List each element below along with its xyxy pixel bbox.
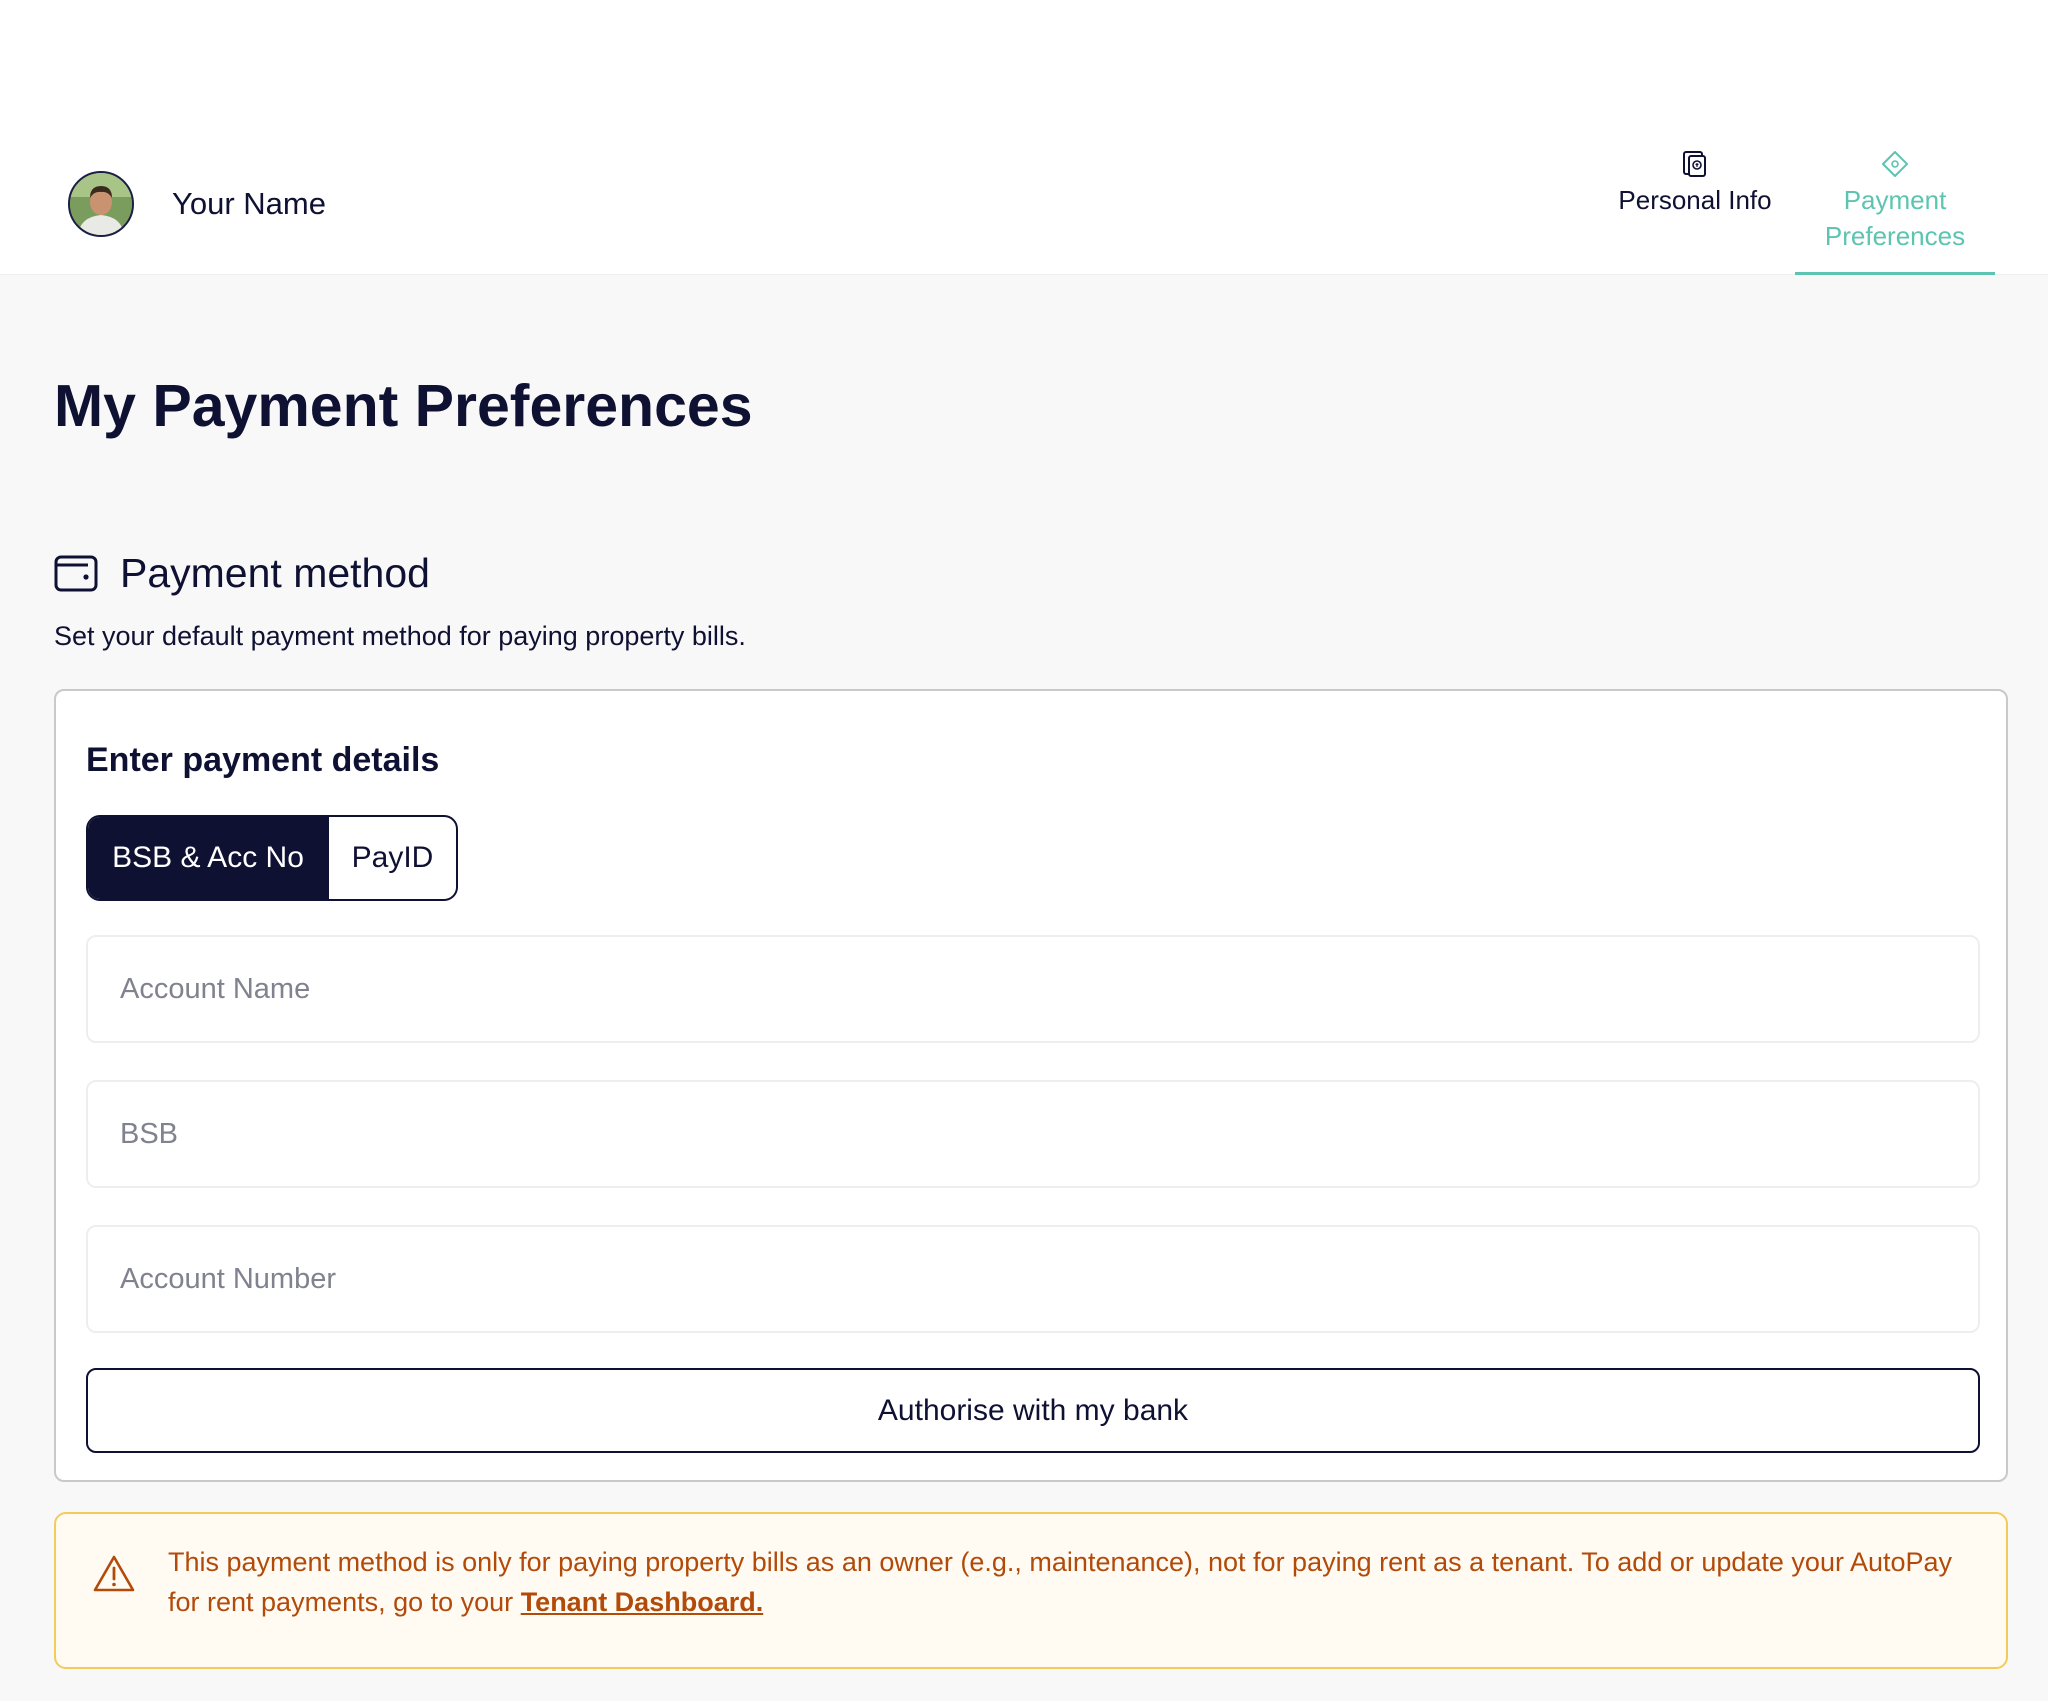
toggle-payid[interactable]: PayID — [328, 817, 456, 899]
tab-payment-preferences[interactable]: Payment Preferences — [1795, 148, 1995, 275]
notice-message: This payment method is only for paying p… — [168, 1547, 1953, 1617]
user-name: Your Name — [172, 186, 326, 221]
tab-personal-info[interactable]: Personal Info — [1600, 148, 1790, 218]
section-title: Payment method — [120, 549, 430, 596]
payment-type-toggle: BSB & Acc No PayID — [86, 815, 458, 901]
account-name-field-wrapper — [86, 935, 1980, 1043]
account-number-input[interactable] — [88, 1227, 1978, 1331]
card-title: Enter payment details — [86, 741, 440, 779]
page-title: My Payment Preferences — [54, 373, 753, 439]
wallet-icon — [54, 553, 98, 593]
payment-details-card: Enter payment details BSB & Acc No PayID… — [54, 689, 2008, 1482]
notice-text: This payment method is only for paying p… — [168, 1542, 1958, 1622]
document-icon — [1600, 148, 1790, 180]
warning-icon — [92, 1554, 136, 1594]
account-number-field-wrapper — [86, 1225, 1980, 1333]
tab-personal-info-label: Personal Info — [1618, 185, 1772, 215]
avatar[interactable] — [68, 171, 134, 237]
bsb-field-wrapper — [86, 1080, 1980, 1188]
account-name-input[interactable] — [88, 937, 1978, 1041]
toggle-bsb-acc-no[interactable]: BSB & Acc No — [88, 817, 328, 899]
payment-method-header: Payment method — [54, 548, 430, 598]
tab-payment-preferences-label: Payment Preferences — [1824, 185, 1966, 251]
authorise-with-bank-button[interactable]: Authorise with my bank — [86, 1368, 1980, 1453]
top-header: Your Name Personal Info Payment Preferen… — [0, 0, 2048, 275]
bsb-input[interactable] — [88, 1082, 1978, 1186]
ticket-icon — [1795, 148, 1995, 180]
section-description: Set your default payment method for payi… — [54, 621, 746, 651]
tenant-dashboard-link[interactable]: Tenant Dashboard. — [521, 1587, 764, 1617]
owner-payment-notice: This payment method is only for paying p… — [54, 1512, 2008, 1669]
